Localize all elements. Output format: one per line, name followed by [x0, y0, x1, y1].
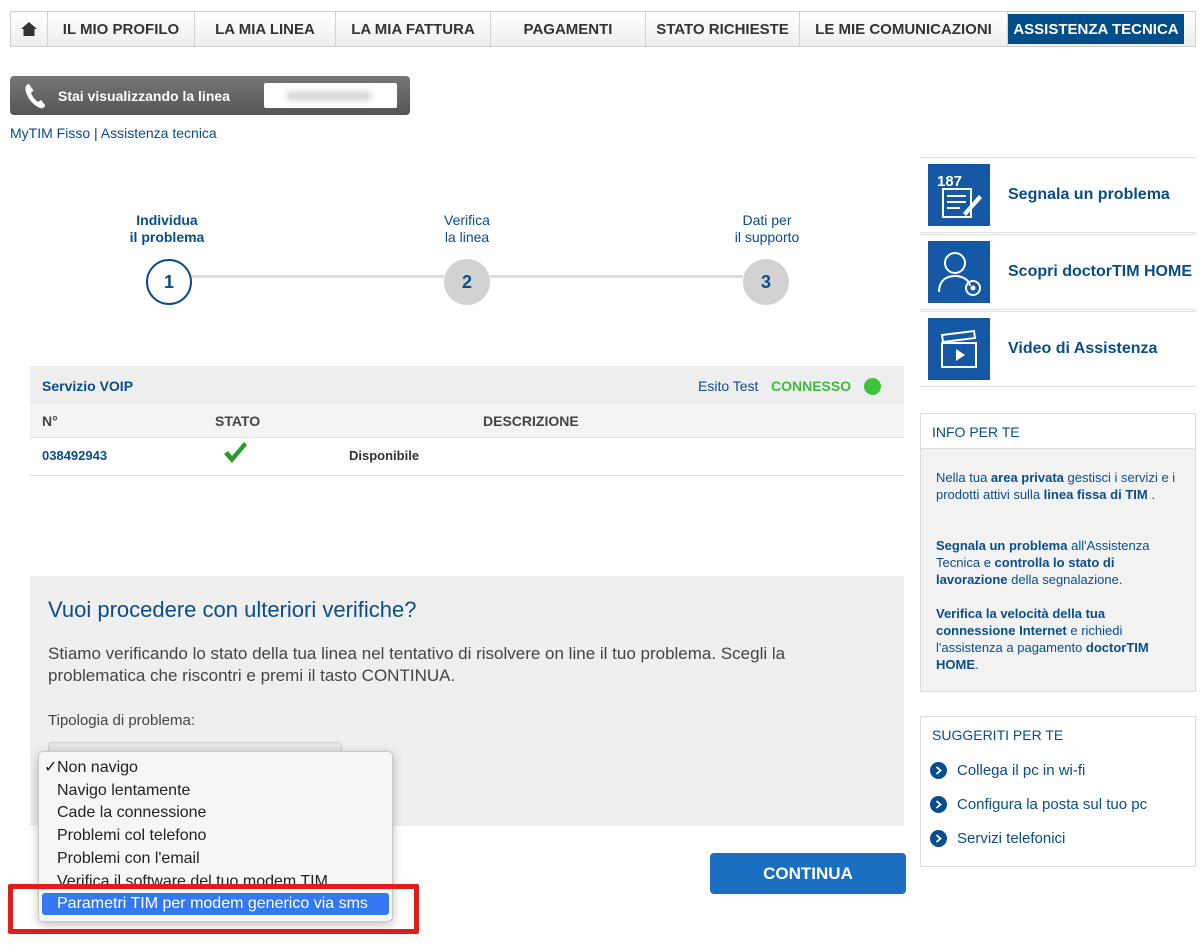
col-header-numero: N° — [42, 413, 58, 429]
card-segnala-problema-label: Segnala un problema — [1008, 186, 1170, 203]
nav-le-mie-comunicazioni[interactable]: LE MIE COMUNICAZIONI — [800, 12, 1008, 46]
breadcrumb-assistenza-tecnica[interactable]: Assistenza tecnica — [101, 125, 217, 141]
sugg-collega-pc-wifi[interactable]: Collega il pc in wi-fi — [930, 762, 1085, 779]
esito-test-status: CONNESSO — [771, 378, 852, 394]
sugg-label: Servizi telefonici — [957, 830, 1066, 847]
table-header-row — [30, 404, 904, 438]
step-3-circle: 3 — [743, 259, 789, 305]
sugg-label: Collega il pc in wi-fi — [957, 762, 1086, 779]
step-1-label: Individua il problema — [97, 212, 237, 246]
line-number-field[interactable] — [264, 83, 397, 108]
step-1-label-line2: il problema — [129, 229, 205, 245]
option-cade-la-connessione[interactable]: Cade la connessione — [42, 802, 389, 824]
step-1-label-line1: Individua — [136, 212, 198, 228]
info-text: . — [975, 657, 979, 672]
esito-test-label: Esito Test — [698, 378, 759, 394]
technician-gear-icon — [928, 241, 990, 303]
step-3-label: Dati per il supporto — [697, 212, 837, 246]
info-bold: Segnala un problema — [936, 538, 1068, 553]
option-non-navigo[interactable]: ✓ Non navigo — [42, 757, 389, 779]
check-icon — [222, 441, 248, 470]
col-header-descrizione: DESCRIZIONE — [483, 413, 579, 429]
problem-type-label: Tipologia di problema: — [48, 712, 196, 729]
option-problemi-con-email[interactable]: Problemi con l'email — [42, 848, 389, 870]
card-video-assistenza[interactable]: Video di Assistenza — [920, 311, 1196, 387]
info-bold: linea fissa di TIM — [1043, 487, 1148, 502]
redacted-line-number — [286, 91, 372, 101]
sugg-label: Configura la posta sul tuo pc — [957, 796, 1148, 813]
nav-la-mia-fattura[interactable]: LA MIA FATTURA — [336, 12, 491, 46]
step-connector — [490, 275, 743, 278]
continua-button[interactable]: CONTINUA — [710, 853, 906, 894]
info-text: della segnalazione. — [1007, 572, 1123, 587]
step-2-label-line2: la linea — [444, 229, 490, 245]
step-connector — [192, 275, 444, 278]
info-paragraph-3: Verifica la velocità della tua connessio… — [936, 605, 1186, 673]
card-doctortim-label: Scopri doctorTIM HOME — [1008, 263, 1192, 280]
highlight-box — [8, 884, 419, 934]
step-2-circle: 2 — [444, 259, 490, 305]
line-label: Stai visualizzando la linea — [58, 87, 230, 104]
info-text: Nella tua — [936, 470, 991, 485]
home-button[interactable] — [11, 12, 48, 46]
sugg-configura-posta[interactable]: Configura la posta sul tuo pc — [930, 796, 1147, 813]
voip-title: Servizio VOIP — [42, 378, 134, 394]
chevron-right-icon — [930, 830, 947, 847]
line-number-cell: 038492943 — [42, 448, 108, 463]
col-header-stato: STATO — [215, 413, 261, 429]
step-1-circle: 1 — [146, 259, 192, 305]
card-video-label: Video di Assistenza — [1008, 340, 1158, 357]
line-selector-bar: Stai visualizzando la linea — [10, 76, 410, 115]
status-description-cell: Disponibile — [349, 448, 420, 463]
nav-la-mia-linea[interactable]: LA MIA LINEA — [195, 12, 336, 46]
sugg-servizi-telefonici[interactable]: Servizi telefonici — [930, 830, 1065, 847]
status-dot-icon — [864, 378, 881, 395]
breadcrumb-separator: | — [94, 125, 98, 141]
table-row — [30, 438, 904, 476]
info-title: INFO PER TE — [932, 424, 1020, 440]
option-problemi-col-telefono[interactable]: Problemi col telefono — [42, 825, 389, 847]
nav-il-mio-profilo[interactable]: IL MIO PROFILO — [48, 12, 195, 46]
home-icon — [21, 22, 37, 36]
option-label: Non navigo — [57, 759, 138, 776]
info-bold: area privata — [990, 470, 1064, 485]
chevron-right-icon — [930, 762, 947, 779]
step-2-label: Verifica la linea — [397, 212, 537, 246]
phone-icon — [25, 83, 45, 108]
nav-stato-richieste[interactable]: STATO RICHIESTE — [646, 12, 800, 46]
info-paragraph-2: Segnala un problema all'Assistenza Tecni… — [936, 537, 1186, 588]
report-187-icon: 187 — [928, 164, 990, 226]
info-paragraph-1: Nella tua area privata gestisci i serviz… — [936, 469, 1186, 503]
card-doctortim-home[interactable]: Scopri doctorTIM HOME — [920, 234, 1196, 310]
breadcrumb: MyTIM Fisso | Assistenza tecnica — [10, 125, 217, 141]
verify-title: Vuoi procedere con ulteriori verifiche? — [48, 597, 417, 622]
suggeriti-title: SUGGERITI PER TE — [932, 727, 1064, 743]
option-navigo-lentamente[interactable]: Navigo lentamente — [42, 780, 389, 802]
breadcrumb-mytim-fisso[interactable]: MyTIM Fisso — [10, 125, 90, 141]
step-3-label-line2: il supporto — [734, 229, 800, 245]
info-text: . — [1147, 487, 1155, 502]
top-navigation: IL MIO PROFILO LA MIA LINEA LA MIA FATTU… — [10, 11, 1196, 47]
card-segnala-problema[interactable]: 187 Segnala un problema — [920, 157, 1196, 233]
video-clapper-icon — [928, 318, 990, 380]
nav-pagamenti[interactable]: PAGAMENTI — [491, 12, 646, 46]
step-2-label-line1: Verifica — [444, 212, 490, 228]
icon-187-text: 187 — [937, 173, 962, 190]
checkmark-icon: ✓ — [44, 759, 58, 776]
step-3-label-line1: Dati per — [742, 212, 792, 228]
chevron-right-icon — [930, 796, 947, 813]
verify-description: Stiamo verificando lo stato della tua li… — [48, 644, 786, 685]
nav-assistenza-tecnica[interactable]: ASSISTENZA TECNICA — [1008, 14, 1184, 44]
